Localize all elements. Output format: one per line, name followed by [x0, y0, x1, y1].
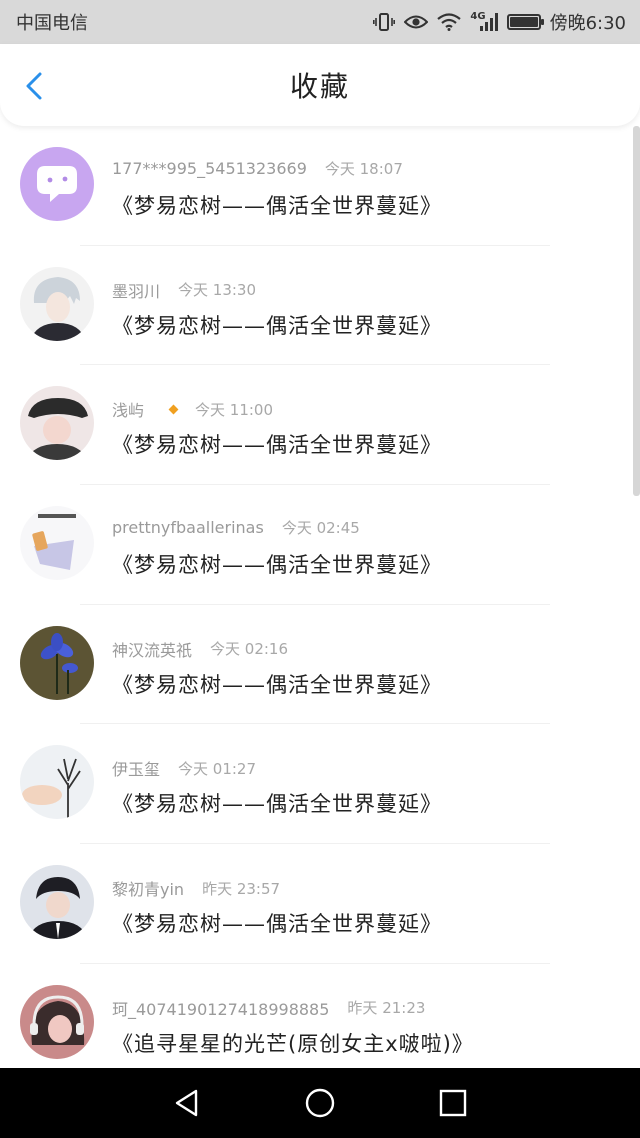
network-type-label: 4G	[470, 10, 486, 22]
book-title[interactable]: 《梦易恋树——偶活全世界蔓延》	[112, 429, 442, 459]
item-meta: 珂_4074190127418998885 昨天 21:23	[112, 996, 425, 1020]
boy-cap-avatar-icon	[20, 386, 94, 461]
list-item[interactable]: 墨羽川 今天 13:30 《梦易恋树——偶活全世界蔓延》	[0, 246, 640, 366]
chat-bubble-avatar-icon	[20, 147, 94, 221]
list-item[interactable]: 神汉流英祇 今天 02:16 《梦易恋树——偶活全世界蔓延》	[0, 605, 640, 725]
avatar[interactable]	[20, 984, 94, 1059]
anime-boy-avatar-icon	[20, 266, 94, 341]
cellular-signal-icon: 4G	[470, 10, 498, 31]
avatar[interactable]	[20, 745, 94, 820]
item-meta: 浅屿 今天 11:00	[112, 397, 273, 421]
vip-badge-icon	[168, 404, 179, 415]
avatar[interactable]	[20, 625, 94, 700]
username: 黎初青yin	[112, 880, 185, 900]
timestamp: 昨天 21:23	[347, 999, 426, 1018]
username: 伊玉玺	[112, 760, 161, 780]
timestamp: 今天 01:27	[178, 759, 257, 778]
wifi-icon	[437, 13, 462, 31]
list-item[interactable]: 伊玉玺 今天 01:27 《梦易恋树——偶活全世界蔓延》	[0, 724, 640, 845]
status-icons: 4G 傍晚6:30	[373, 9, 626, 35]
girl-headphones-avatar-icon	[20, 984, 94, 1059]
username: 珂_4074190127418998885	[112, 999, 330, 1019]
list-item[interactable]: 浅屿 今天 11:00 《梦易恋树——偶活全世界蔓延》	[0, 365, 640, 486]
carrier-label: 中国电信	[16, 13, 88, 34]
list-item[interactable]: 珂_4074190127418998885 昨天 21:23 《追寻星星的光芒(…	[0, 964, 640, 1068]
nav-home-button[interactable]	[300, 1083, 340, 1123]
poster-avatar-icon	[20, 506, 94, 581]
avatar[interactable]	[20, 147, 94, 221]
username: 浅屿	[112, 401, 145, 421]
boy-suit-avatar-icon	[20, 865, 94, 940]
username: 墨羽川	[112, 281, 161, 301]
list-item[interactable]: prettnyfbaallerinas 今天 02:45 《梦易恋树——偶活全世…	[0, 485, 640, 605]
timestamp: 今天 13:30	[178, 281, 257, 300]
book-title[interactable]: 《追寻星星的光芒(原创女主x啵啦)》	[112, 1028, 474, 1058]
avatar[interactable]	[20, 865, 94, 940]
eye-icon	[404, 13, 429, 31]
status-bar: 中国电信 4G 傍晚6:30	[0, 0, 640, 44]
navigation-bar	[0, 1068, 640, 1138]
screen: 中国电信 4G 傍晚6:30 收藏 177***995_5451323669 今…	[0, 0, 640, 1138]
battery-icon	[506, 14, 544, 30]
book-title[interactable]: 《梦易恋树——偶活全世界蔓延》	[112, 788, 442, 818]
avatar[interactable]	[20, 266, 94, 341]
timestamp: 昨天 23:57	[202, 879, 281, 898]
item-meta: 墨羽川 今天 13:30	[112, 278, 256, 302]
item-meta: 神汉流英祇 今天 02:16	[112, 637, 288, 661]
username: 177***995_5451323669	[112, 159, 307, 178]
item-meta: 黎初青yin 昨天 23:57	[112, 876, 280, 900]
book-title[interactable]: 《梦易恋树——偶活全世界蔓延》	[112, 310, 442, 340]
list-item[interactable]: 177***995_5451323669 今天 18:07 《梦易恋树——偶活全…	[0, 126, 640, 246]
book-title[interactable]: 《梦易恋树——偶活全世界蔓延》	[112, 669, 442, 699]
favorites-list[interactable]: 177***995_5451323669 今天 18:07 《梦易恋树——偶活全…	[0, 126, 640, 1068]
blue-flower-avatar-icon	[20, 625, 94, 700]
item-meta: prettnyfbaallerinas 今天 02:45	[112, 517, 360, 538]
nav-recents-button[interactable]	[433, 1083, 473, 1123]
timestamp: 今天 02:45	[281, 519, 360, 538]
item-meta: 177***995_5451323669 今天 18:07	[112, 158, 403, 179]
chevron-left-icon	[26, 72, 42, 100]
square-recents-icon	[440, 1089, 467, 1117]
nav-back-button[interactable]	[167, 1083, 207, 1123]
book-title[interactable]: 《梦易恋树——偶活全世界蔓延》	[112, 549, 442, 579]
tree-sky-avatar-icon	[20, 745, 94, 820]
book-title[interactable]: 《梦易恋树——偶活全世界蔓延》	[112, 908, 442, 938]
username: prettnyfbaallerinas	[112, 518, 264, 538]
clock-label: 傍晚6:30	[549, 13, 626, 34]
vibrate-icon	[373, 12, 396, 32]
timestamp: 今天 02:16	[210, 640, 289, 659]
header: 收藏	[0, 44, 640, 126]
triangle-back-icon	[175, 1089, 197, 1117]
item-meta: 伊玉玺 今天 01:27	[112, 756, 256, 780]
page-title: 收藏	[289, 70, 350, 103]
list-item[interactable]: 黎初青yin 昨天 23:57 《梦易恋树——偶活全世界蔓延》	[0, 844, 640, 964]
timestamp: 今天 11:00	[195, 400, 274, 419]
avatar[interactable]	[20, 386, 94, 461]
timestamp: 今天 18:07	[324, 160, 403, 178]
scrollbar[interactable]	[633, 126, 640, 496]
back-button[interactable]	[20, 71, 50, 101]
circle-home-icon	[305, 1088, 335, 1118]
avatar[interactable]	[20, 506, 94, 581]
book-title[interactable]: 《梦易恋树——偶活全世界蔓延》	[112, 190, 442, 220]
username: 神汉流英祇	[112, 640, 193, 660]
